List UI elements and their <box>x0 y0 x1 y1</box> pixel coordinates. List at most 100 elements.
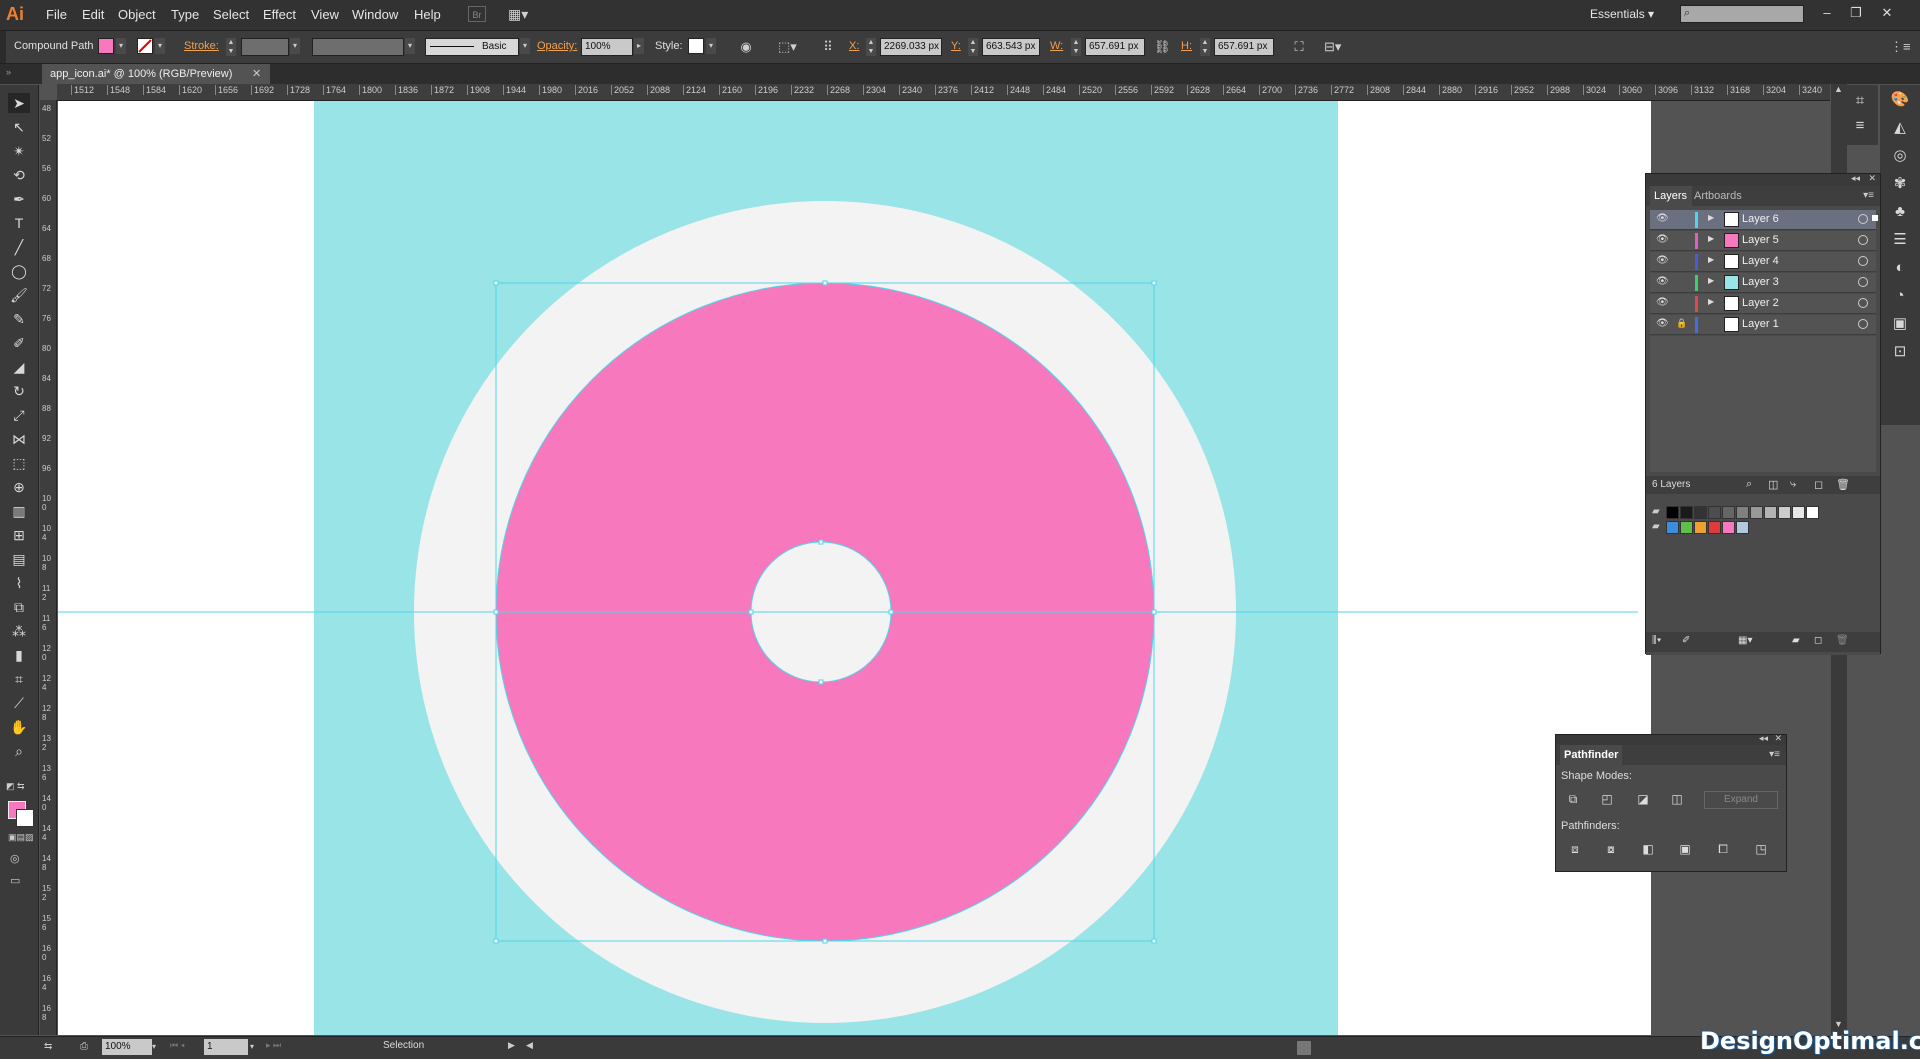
collapse-panel-icon[interactable]: ◂◂ <box>1851 173 1860 184</box>
transparency-panel-icon[interactable]: ◔ <box>1889 285 1911 307</box>
locate-object-icon[interactable]: ⌕ <box>1746 478 1752 491</box>
color-swatch[interactable] <box>1680 521 1693 534</box>
next-artboard-icon[interactable]: ▸ ⏭ <box>266 1040 281 1051</box>
color-swatch[interactable] <box>1666 521 1679 534</box>
transform-icon[interactable]: ⛶ <box>1291 39 1307 55</box>
fill-color-swatch[interactable] <box>98 38 114 54</box>
document-info-icon[interactable]: ⎙ <box>80 1041 88 1052</box>
eyedropper-tool-icon[interactable]: ⌇ <box>8 573 30 593</box>
merge-icon[interactable]: ◧ <box>1639 841 1657 857</box>
screen-mode-icon[interactable]: ▭ <box>10 874 20 887</box>
selection-handle[interactable] <box>1151 609 1157 615</box>
default-fill-stroke-icon[interactable]: ◩ ⇆ <box>6 781 25 792</box>
artboard-tool-icon[interactable]: ⌗ <box>8 669 30 689</box>
create-new-layer-icon[interactable]: ◻ <box>1814 478 1823 491</box>
menu-select[interactable]: Select <box>213 7 249 22</box>
exclude-icon[interactable]: ◫ <box>1668 791 1686 807</box>
create-sublayer-icon[interactable]: ⤷ <box>1790 478 1796 491</box>
symbols-panel-icon[interactable]: ♣ <box>1889 201 1911 223</box>
visibility-eye-icon[interactable]: 👁 <box>1656 213 1669 224</box>
color-swatch[interactable] <box>1778 506 1791 519</box>
w-field[interactable]: 657.691 px <box>1085 38 1145 56</box>
workspace-switcher[interactable]: Essentials ▾ <box>1590 7 1654 21</box>
help-search-input[interactable] <box>1680 5 1804 23</box>
selection-handle[interactable] <box>493 938 499 944</box>
h-label[interactable]: H: <box>1181 40 1192 52</box>
stroke-swatch-large[interactable] <box>16 809 34 827</box>
layer-name[interactable]: Layer 2 <box>1742 297 1779 309</box>
color-swatch[interactable] <box>1792 506 1805 519</box>
layer-name[interactable]: Layer 6 <box>1742 213 1779 225</box>
rotate-tool-icon[interactable]: ↻ <box>8 381 30 401</box>
panel-menu-icon[interactable]: ▾≡ <box>1769 749 1780 760</box>
ellipse-tool-icon[interactable]: ◯ <box>8 261 30 281</box>
panel-title-bar[interactable]: ◂◂ ✕ <box>1646 173 1880 186</box>
scroll-up-icon[interactable]: ▲ <box>1834 84 1843 94</box>
go-to-bridge-button[interactable]: Br <box>468 6 486 22</box>
y-stepper[interactable]: ▲ ▼ <box>968 38 978 56</box>
new-swatch-icon[interactable]: ◻ <box>1814 635 1822 646</box>
selection-handle[interactable] <box>1151 938 1157 944</box>
artboard-dropdown[interactable]: ▾ <box>250 1039 260 1055</box>
symbol-sprayer-tool-icon[interactable]: ⁂ <box>8 621 30 641</box>
menu-object[interactable]: Object <box>118 7 156 22</box>
layer-row[interactable]: 👁 ▶ Layer 5 <box>1650 231 1876 251</box>
color-swatch[interactable] <box>1708 506 1721 519</box>
visibility-eye-icon[interactable]: 👁 <box>1656 234 1669 245</box>
gradient-tool-icon[interactable]: ▤ <box>8 549 30 569</box>
h-stepper[interactable]: ▲ ▼ <box>1200 38 1210 56</box>
graphic-style-dropdown[interactable]: ▾ <box>706 38 716 54</box>
width-tool-icon[interactable]: ⋈ <box>8 429 30 449</box>
zoom-tool-icon[interactable]: ⌕ <box>8 741 30 761</box>
line-tool-icon[interactable]: ╱ <box>8 237 30 257</box>
layer-row[interactable]: 👁 ▶ Layer 4 <box>1650 252 1876 272</box>
status-grip-icon[interactable]: ⇆ <box>44 1041 64 1055</box>
layer-row[interactable]: 👁 ▶ Layer 6 <box>1650 210 1878 230</box>
control-panel-menu-icon[interactable]: ⋮≡ <box>1890 39 1911 55</box>
status-menu-arrow-icon[interactable]: ▶ <box>508 1040 515 1051</box>
isolate-object-icon[interactable]: ⊟▾ <box>1324 39 1341 55</box>
opacity-label[interactable]: Opacity: <box>537 40 577 52</box>
opacity-dropdown[interactable]: ▸ <box>634 38 644 54</box>
menu-help[interactable]: Help <box>414 7 441 22</box>
x-field[interactable]: 2269.033 px <box>880 38 942 56</box>
scale-tool-icon[interactable]: ⤢ <box>8 405 30 425</box>
make-clipping-mask-icon[interactable]: ◫ <box>1768 478 1778 491</box>
pen-tool-icon[interactable]: ✒ <box>8 189 30 209</box>
y-label[interactable]: Y: <box>951 40 961 52</box>
color-swatch[interactable] <box>1806 506 1819 519</box>
document-tab[interactable]: app_icon.ai* @ 100% (RGB/Preview) <box>42 64 270 84</box>
align-to-icon[interactable]: ⬚▾ <box>778 39 797 55</box>
stroke-weight-stepper[interactable]: ▲ ▼ <box>226 38 236 56</box>
type-tool-icon[interactable]: T <box>8 213 30 233</box>
brushes-panel-icon[interactable]: ✾ <box>1889 173 1911 195</box>
control-bar-grip[interactable] <box>0 31 6 63</box>
close-panel-icon[interactable]: ✕ <box>1774 733 1782 744</box>
collapse-tools-icon[interactable]: » <box>6 67 11 77</box>
selection-handle[interactable] <box>493 280 499 286</box>
transform-panel-icon[interactable]: ⊡ <box>1889 341 1911 363</box>
opacity-field[interactable]: 100% <box>581 38 633 56</box>
layer-name[interactable]: Layer 3 <box>1742 276 1779 288</box>
layer-row[interactable]: 👁 🔒 Layer 1 <box>1650 315 1876 335</box>
color-swatch[interactable] <box>1736 521 1749 534</box>
color-swatch[interactable] <box>1680 506 1693 519</box>
menu-view[interactable]: View <box>311 7 339 22</box>
layer-row[interactable]: 👁 ▶ Layer 3 <box>1650 273 1876 293</box>
pathfinder-title-bar[interactable]: ◂◂ ✕ <box>1556 733 1786 745</box>
show-swatch-kinds-icon[interactable]: ✐ <box>1682 635 1690 646</box>
color-swatch[interactable] <box>1764 506 1777 519</box>
delete-layer-icon[interactable]: 🗑 <box>1836 478 1850 491</box>
selection-handle[interactable] <box>748 609 754 615</box>
magic-wand-tool-icon[interactable]: ✴ <box>8 141 30 161</box>
expand-triangle-icon[interactable]: ▶ <box>1708 213 1714 222</box>
trim-icon[interactable]: ⧇ <box>1602 841 1620 857</box>
appearance-panel-icon[interactable]: ◐ <box>1889 257 1911 279</box>
paintbrush-tool-icon[interactable]: 🖌 <box>8 285 30 305</box>
color-mode-icons[interactable]: ▣▤▨ <box>8 832 34 843</box>
scroll-left-icon[interactable]: ◀ <box>526 1040 533 1051</box>
shape-builder-tool-icon[interactable]: ⊕ <box>8 477 30 497</box>
w-stepper[interactable]: ▲ ▼ <box>1071 38 1081 56</box>
visibility-eye-icon[interactable]: 👁 <box>1656 297 1669 308</box>
brush-dropdown[interactable]: ▾ <box>520 38 530 54</box>
